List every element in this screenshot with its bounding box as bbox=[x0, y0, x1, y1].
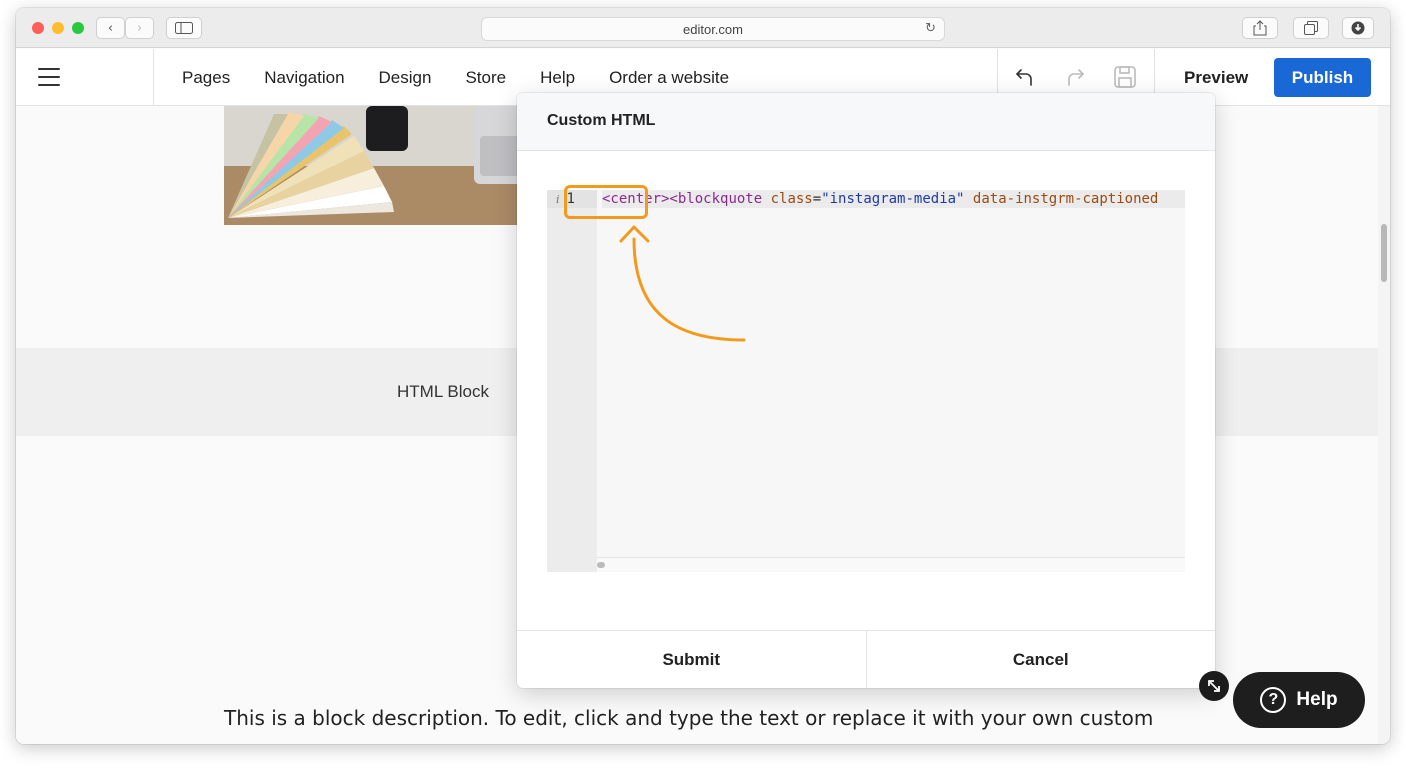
minimize-window-button[interactable] bbox=[52, 22, 64, 34]
chevron-left-icon: ‹ bbox=[107, 20, 114, 36]
dialog-header: Custom HTML bbox=[517, 93, 1215, 151]
zoom-window-button[interactable] bbox=[72, 22, 84, 34]
close-window-button[interactable] bbox=[32, 22, 44, 34]
menu-item-pages[interactable]: Pages bbox=[182, 68, 230, 88]
undo-button[interactable] bbox=[1011, 63, 1039, 91]
share-button[interactable] bbox=[1242, 17, 1278, 39]
code-line[interactable]: <center><blockquote class="instagram-med… bbox=[602, 190, 1185, 208]
browser-toolbar: ‹ › editor.com ↻ bbox=[16, 8, 1390, 48]
address-bar[interactable]: editor.com ↻ bbox=[481, 17, 945, 41]
page-scrollbar[interactable] bbox=[1378, 106, 1390, 744]
forward-button[interactable]: › bbox=[125, 17, 154, 39]
chevron-right-icon: › bbox=[136, 20, 143, 36]
browser-window: ‹ › editor.com ↻ Pages Navigation Design bbox=[16, 8, 1390, 744]
scrollbar-thumb[interactable] bbox=[1381, 224, 1387, 282]
block-description-text[interactable]: This is a block description. To edit, cl… bbox=[224, 706, 1153, 730]
expand-arrows-icon bbox=[1208, 680, 1220, 692]
code-token-blockquote: <blockquote bbox=[669, 191, 763, 207]
menu-item-design[interactable]: Design bbox=[379, 68, 432, 88]
share-icon bbox=[1253, 20, 1267, 36]
custom-html-dialog: Custom HTML i 1 <center><blockquote clas… bbox=[517, 93, 1215, 688]
redo-button[interactable] bbox=[1061, 63, 1089, 91]
preview-button[interactable]: Preview bbox=[1184, 68, 1248, 88]
download-icon bbox=[1351, 21, 1365, 35]
hamburger-menu-icon[interactable] bbox=[38, 68, 60, 86]
downloads-button[interactable] bbox=[1342, 17, 1374, 39]
dialog-footer: Submit Cancel bbox=[517, 630, 1215, 688]
info-icon: i bbox=[556, 192, 560, 206]
sidebar-icon bbox=[175, 22, 193, 34]
menu-item-order-website[interactable]: Order a website bbox=[609, 68, 729, 88]
html-block-label: HTML Block bbox=[397, 382, 489, 401]
menu-item-store[interactable]: Store bbox=[465, 68, 506, 88]
line-gutter bbox=[547, 190, 597, 572]
publish-button[interactable]: Publish bbox=[1274, 58, 1371, 97]
code-editor[interactable]: i 1 <center><blockquote class="instagram… bbox=[547, 190, 1185, 572]
question-mark-icon: ? bbox=[1260, 687, 1287, 713]
code-token-class-attr: class bbox=[770, 191, 813, 207]
tabs-overview-button[interactable] bbox=[1293, 17, 1329, 39]
help-widget-button[interactable]: ? Help bbox=[1233, 672, 1365, 728]
undo-arrow-icon bbox=[1016, 69, 1032, 86]
submit-button[interactable]: Submit bbox=[517, 631, 866, 688]
menu-item-help[interactable]: Help bbox=[540, 68, 575, 88]
resize-dialog-button[interactable] bbox=[1199, 671, 1229, 701]
menu-item-navigation[interactable]: Navigation bbox=[264, 68, 344, 88]
editor-horizontal-scrollbar[interactable] bbox=[597, 557, 1185, 572]
dialog-title: Custom HTML bbox=[547, 112, 656, 129]
back-button[interactable]: ‹ bbox=[96, 17, 125, 39]
toolbar-divider bbox=[153, 49, 154, 106]
editor-scroll-thumb[interactable] bbox=[597, 562, 605, 568]
reload-icon[interactable]: ↻ bbox=[925, 21, 936, 36]
code-token-equals: = bbox=[812, 191, 822, 207]
code-token-data-attr: data-instgrm-captioned bbox=[972, 191, 1159, 207]
help-widget-label: Help bbox=[1296, 689, 1338, 710]
floppy-disk-icon bbox=[1114, 66, 1136, 88]
url-text: editor.com bbox=[683, 21, 743, 37]
tabs-icon bbox=[1304, 21, 1318, 35]
code-token-class-value: "instagram-media" bbox=[821, 191, 965, 207]
sidebar-toggle-button[interactable] bbox=[166, 17, 202, 39]
cancel-button[interactable]: Cancel bbox=[865, 631, 1216, 688]
desk-photo-image bbox=[224, 106, 524, 225]
save-button[interactable] bbox=[1111, 63, 1139, 91]
redo-arrow-icon bbox=[1068, 69, 1084, 86]
center-tag-highlight bbox=[564, 185, 648, 219]
